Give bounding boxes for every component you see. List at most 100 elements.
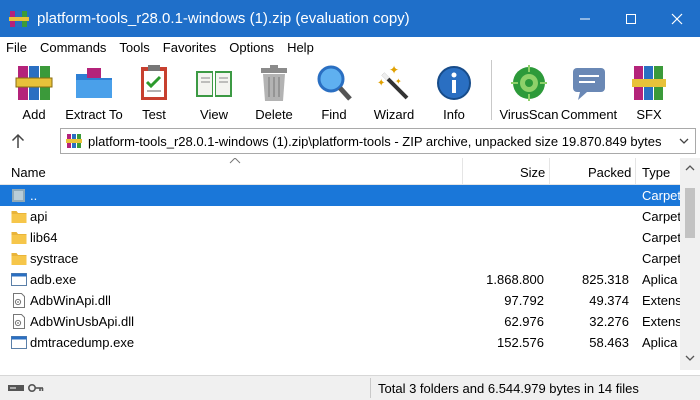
- status-bar: Total 3 folders and 6.544.979 bytes in 1…: [0, 375, 700, 400]
- folder-extract-icon: [73, 62, 115, 104]
- column-divider[interactable]: [462, 158, 463, 185]
- menu-tools[interactable]: Tools: [119, 40, 149, 55]
- file-packed-size: 49.374: [589, 293, 629, 308]
- address-field[interactable]: platform-tools_r28.0.1-windows (1).zip\p…: [60, 128, 696, 154]
- find-button[interactable]: Find: [304, 58, 364, 122]
- file-name: AdbWinUsbApi.dll: [30, 314, 135, 329]
- close-button[interactable]: [654, 0, 700, 37]
- virus-scan-icon: [508, 62, 550, 104]
- column-divider[interactable]: [635, 158, 636, 185]
- file-type: Carpet: [642, 230, 680, 245]
- wizard-button[interactable]: ✦ ✦ ✦ Wizard: [364, 58, 424, 122]
- svg-text:✦: ✦: [377, 78, 385, 89]
- wizard-label: Wizard: [373, 107, 415, 122]
- file-size: 62.976: [504, 314, 544, 329]
- vertical-scrollbar[interactable]: [680, 158, 700, 370]
- info-icon: [433, 62, 475, 104]
- view-button[interactable]: View: [184, 58, 244, 122]
- folder-icon: [11, 251, 27, 266]
- open-book-icon: [193, 62, 235, 104]
- menu-options[interactable]: Options: [229, 40, 274, 55]
- close-icon: [671, 13, 683, 24]
- file-row[interactable]: dmtracedump.exe 152.576 58.463 Aplica: [0, 332, 680, 353]
- status-text: Total 3 folders and 6.544.979 bytes in 1…: [378, 381, 639, 396]
- file-type: Extens: [642, 314, 680, 329]
- column-size[interactable]: Size: [520, 165, 545, 180]
- column-divider[interactable]: [549, 158, 550, 185]
- arrow-up-icon: [11, 133, 25, 148]
- test-label: Test: [142, 107, 166, 122]
- window-title: platform-tools_r28.0.1-windows (1).zip (…: [37, 10, 410, 27]
- file-row[interactable]: AdbWinUsbApi.dll 62.976 32.276 Extens: [0, 311, 680, 332]
- key-icon[interactable]: [28, 382, 44, 394]
- status-icons: [0, 376, 60, 400]
- file-row[interactable]: api Carpet: [0, 206, 680, 227]
- scroll-down-icon[interactable]: [685, 354, 695, 362]
- virusscan-label: VirusScan: [499, 107, 559, 122]
- add-button[interactable]: Add: [4, 58, 64, 122]
- column-packed[interactable]: Packed: [588, 165, 631, 180]
- file-row[interactable]: AdbWinApi.dll 97.792 49.374 Extens: [0, 290, 680, 311]
- menu-commands[interactable]: Commands: [40, 40, 106, 55]
- delete-label: Delete: [255, 107, 293, 122]
- exe-icon: [11, 272, 27, 287]
- sfx-icon: [628, 62, 670, 104]
- folder-icon: [11, 230, 27, 245]
- comment-button[interactable]: Comment: [559, 58, 619, 122]
- file-name: adb.exe: [30, 272, 77, 287]
- comment-label: Comment: [560, 107, 618, 122]
- maximize-icon: [626, 13, 636, 24]
- parent-folder-icon: [11, 188, 27, 203]
- find-label: Find: [321, 107, 347, 122]
- test-button[interactable]: Test: [124, 58, 184, 122]
- file-list: Name Size Packed Type .. Carpet api Carpet l…: [0, 158, 680, 370]
- virusscan-button[interactable]: VirusScan: [499, 58, 559, 122]
- sfx-label: SFX: [636, 107, 662, 122]
- column-name[interactable]: Name: [11, 165, 46, 180]
- zip-archive-icon: [66, 133, 82, 149]
- scroll-up-icon[interactable]: [685, 164, 695, 172]
- magnifier-icon: [313, 62, 355, 104]
- trash-can-icon: [253, 62, 295, 104]
- file-packed-size: 58.463: [589, 335, 629, 350]
- file-type: Carpet: [642, 251, 680, 266]
- dll-icon: [11, 314, 27, 329]
- svg-text:✦: ✦: [395, 77, 402, 86]
- chevron-down-icon[interactable]: [679, 136, 689, 146]
- sort-ascending-icon: [229, 158, 241, 164]
- menu-favorites[interactable]: Favorites: [163, 40, 216, 55]
- toolbar: Add Extract To Test View Delete Find ✦ ✦…: [0, 58, 700, 124]
- file-type: Aplica: [642, 272, 678, 287]
- winrar-books-icon: [13, 62, 55, 104]
- file-row[interactable]: systrace Carpet: [0, 248, 680, 269]
- sfx-button[interactable]: SFX: [619, 58, 679, 122]
- dll-icon: [11, 293, 27, 308]
- maximize-button[interactable]: [608, 0, 654, 37]
- up-folder-button[interactable]: [0, 127, 36, 155]
- add-label: Add: [22, 107, 46, 122]
- file-row[interactable]: adb.exe 1.868.800 825.318 Aplica: [0, 269, 680, 290]
- extract-to-button[interactable]: Extract To: [64, 58, 124, 122]
- info-button[interactable]: Info: [424, 58, 484, 122]
- file-row[interactable]: lib64 Carpet: [0, 227, 680, 248]
- minimize-button[interactable]: [562, 0, 608, 37]
- menu-file[interactable]: File: [6, 40, 27, 55]
- toolbar-separator: [491, 60, 492, 120]
- drive-icon[interactable]: [8, 383, 24, 393]
- file-row[interactable]: .. Carpet: [0, 185, 680, 206]
- delete-button[interactable]: Delete: [244, 58, 304, 122]
- scrollbar-thumb[interactable]: [685, 188, 695, 238]
- file-type: Carpet: [642, 209, 680, 224]
- menu-help[interactable]: Help: [287, 40, 314, 55]
- file-size: 1.868.800: [486, 272, 544, 287]
- info-label: Info: [443, 107, 465, 122]
- exe-icon: [11, 335, 27, 350]
- winrar-app-icon[interactable]: [9, 9, 29, 29]
- status-divider: [370, 378, 371, 398]
- file-name: lib64: [30, 230, 58, 245]
- column-type[interactable]: Type: [642, 165, 670, 180]
- view-label: View: [200, 107, 228, 122]
- file-name: api: [30, 209, 48, 224]
- menu-bar: File Commands Tools Favorites Options He…: [0, 37, 700, 57]
- file-name: AdbWinApi.dll: [30, 293, 111, 308]
